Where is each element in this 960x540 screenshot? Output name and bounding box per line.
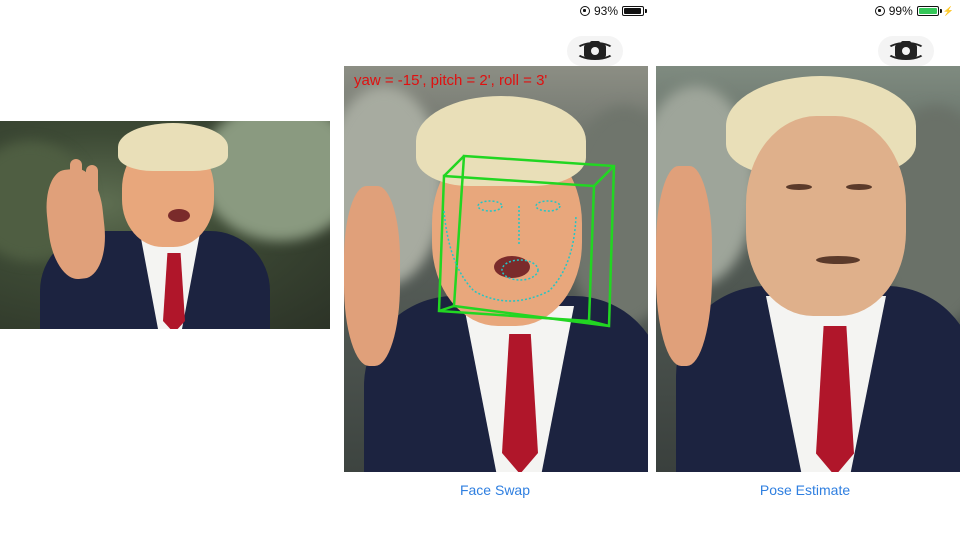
camera-feed bbox=[656, 66, 960, 472]
pose-readout: yaw = -15', pitch = 2', roll = 3' bbox=[354, 72, 548, 89]
tab-pose-estimate[interactable]: Pose Estimate bbox=[650, 482, 960, 498]
battery-fill bbox=[918, 8, 937, 14]
battery-percent: 93% bbox=[593, 4, 618, 18]
orientation-lock-icon bbox=[579, 6, 590, 16]
camera-switch-button[interactable] bbox=[878, 36, 934, 66]
camera-feed bbox=[344, 66, 648, 472]
camera-switch-icon bbox=[584, 41, 606, 58]
head-pose-cube bbox=[437, 154, 616, 328]
battery-icon bbox=[916, 6, 942, 16]
tab-face-swap[interactable]: Face Swap bbox=[340, 482, 650, 498]
camera-switch-button[interactable] bbox=[567, 36, 623, 66]
battery-percent: 99% bbox=[888, 4, 913, 18]
status-bar: 99% ⚡ bbox=[874, 2, 954, 20]
battery-fill bbox=[624, 8, 641, 14]
battery-icon bbox=[622, 6, 647, 16]
status-bar: 93% bbox=[579, 2, 647, 20]
charging-bolt-icon: ⚡ bbox=[942, 5, 954, 16]
face-swap-screen: 93% yaw = -15', pitch = 2', roll = 3' Fa… bbox=[340, 0, 650, 540]
orientation-lock-icon bbox=[874, 6, 885, 16]
pose-overlay bbox=[437, 154, 616, 328]
source-photo bbox=[0, 121, 330, 329]
camera-switch-icon bbox=[895, 41, 917, 58]
pose-estimate-screen: 99% ⚡ Pose Estimate bbox=[650, 0, 960, 540]
face-landmarks bbox=[443, 200, 577, 302]
